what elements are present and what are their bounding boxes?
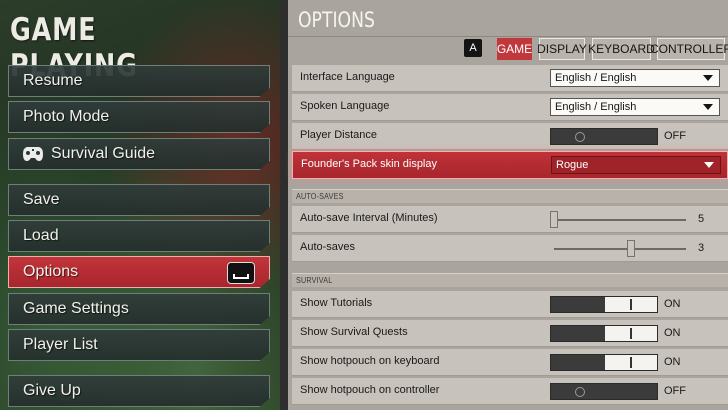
toggle-knob-icon — [575, 387, 585, 397]
tab-game[interactable]: GAME — [497, 38, 532, 60]
options-button[interactable]: Options — [8, 256, 270, 288]
dropdown-arrow-icon — [703, 75, 713, 81]
show-tutorials-label: Show Tutorials — [300, 297, 373, 309]
survival-guide-button[interactable]: Survival Guide — [8, 138, 270, 170]
toggle-knob-icon — [575, 132, 585, 142]
toggle-on-indicator-icon — [630, 357, 632, 368]
player-distance-row[interactable]: Player Distance OFF — [292, 123, 728, 150]
spoken-language-label: Spoken Language — [300, 100, 390, 112]
player-list-label: Player List — [23, 336, 98, 353]
save-label: Save — [23, 191, 60, 208]
game-settings-button[interactable]: Game Settings — [8, 293, 270, 325]
toggle-on-indicator-icon — [630, 328, 632, 339]
player-distance-state: OFF — [664, 130, 686, 142]
tab-display[interactable]: DISPLAY — [537, 38, 587, 60]
dropdown-arrow-icon — [703, 104, 713, 110]
options-label: Options — [23, 263, 79, 280]
auto-save-interval-value: 5 — [698, 213, 705, 225]
spoken-language-dropdown[interactable]: English / English — [550, 98, 720, 116]
auto-saves-row[interactable]: Auto-saves 3 — [292, 235, 728, 262]
show-tutorials-row[interactable]: Show Tutorials ON — [292, 291, 728, 318]
auto-save-interval-row[interactable]: Auto-save Interval (Minutes) 5 — [292, 206, 728, 233]
hotpouch-keyboard-row[interactable]: Show hotpouch on keyboard ON — [292, 349, 728, 376]
dropdown-arrow-icon — [704, 162, 714, 168]
photo-mode-label: Photo Mode — [23, 108, 110, 125]
show-survival-quests-toggle[interactable] — [550, 325, 658, 342]
spoken-language-value: English / English — [555, 101, 637, 113]
space-bar-key-icon — [227, 262, 255, 284]
photo-mode-button[interactable]: Photo Mode — [8, 101, 270, 133]
hotpouch-controller-toggle[interactable] — [550, 383, 658, 400]
auto-saves-value: 3 — [698, 242, 705, 254]
auto-save-interval-label: Auto-save Interval (Minutes) — [300, 212, 438, 224]
interface-language-dropdown[interactable]: English / English — [550, 69, 720, 87]
save-button[interactable]: Save — [8, 184, 270, 216]
hotpouch-keyboard-label: Show hotpouch on keyboard — [300, 355, 440, 367]
resume-button[interactable]: Resume — [8, 65, 270, 97]
tab-prev-key-hint: A — [464, 39, 482, 57]
interface-language-value: English / English — [555, 72, 637, 84]
load-button[interactable]: Load — [8, 220, 270, 252]
show-survival-quests-state: ON — [664, 327, 681, 339]
player-distance-toggle[interactable] — [550, 128, 658, 145]
options-title: OPTIONS — [298, 8, 375, 32]
tab-keyboard[interactable]: KEYBOARD — [588, 38, 655, 60]
founders-pack-value: Rogue — [556, 159, 589, 171]
auto-saves-label: Auto-saves — [300, 241, 356, 253]
tab-controller[interactable]: CONTROLLER — [650, 38, 728, 60]
panel-divider — [280, 0, 288, 410]
give-up-button[interactable]: Give Up — [8, 375, 270, 407]
toggle-on-indicator-icon — [630, 299, 632, 310]
show-tutorials-toggle[interactable] — [550, 296, 658, 313]
founders-pack-dropdown[interactable]: Rogue — [551, 156, 721, 174]
auto-saves-section-header: AUTO-SAVES — [292, 189, 728, 203]
auto-save-interval-thumb[interactable] — [550, 211, 558, 228]
spoken-language-row[interactable]: Spoken Language English / English — [292, 94, 728, 121]
auto-save-interval-track[interactable] — [554, 219, 686, 221]
hotpouch-controller-state: OFF — [664, 385, 686, 397]
hotpouch-controller-label: Show hotpouch on controller — [300, 384, 440, 396]
resume-label: Resume — [23, 72, 83, 89]
auto-saves-thumb[interactable] — [626, 240, 635, 257]
survival-section-header: SURVIVAL — [292, 273, 728, 287]
hotpouch-keyboard-toggle[interactable] — [550, 354, 658, 371]
auto-saves-track[interactable] — [554, 248, 686, 250]
survival-section-title: SURVIVAL — [296, 276, 333, 285]
give-up-label: Give Up — [23, 382, 81, 399]
options-panel: OPTIONS A GAME DISPLAY KEYBOARD CONTROLL… — [288, 0, 728, 410]
auto-saves-section-title: AUTO-SAVES — [296, 192, 344, 201]
player-distance-label: Player Distance — [300, 129, 378, 141]
player-list-button[interactable]: Player List — [8, 329, 270, 361]
founders-pack-row[interactable]: Founder's Pack skin display Rogue — [292, 151, 728, 179]
survival-guide-label: Survival Guide — [51, 145, 156, 162]
show-survival-quests-label: Show Survival Quests — [300, 326, 408, 338]
title-divider — [288, 36, 728, 37]
interface-language-label: Interface Language — [300, 71, 395, 83]
pause-menu-panel: GAME PLAYING Resume Photo Mode Survival … — [0, 0, 280, 410]
interface-language-row[interactable]: Interface Language English / English — [292, 65, 728, 92]
hotpouch-keyboard-state: ON — [664, 356, 681, 368]
show-survival-quests-row[interactable]: Show Survival Quests ON — [292, 320, 728, 347]
hotpouch-controller-row[interactable]: Show hotpouch on controller OFF — [292, 378, 728, 405]
game-settings-label: Game Settings — [23, 300, 129, 317]
load-label: Load — [23, 227, 59, 244]
show-tutorials-state: ON — [664, 298, 681, 310]
founders-pack-label: Founder's Pack skin display — [301, 158, 437, 170]
